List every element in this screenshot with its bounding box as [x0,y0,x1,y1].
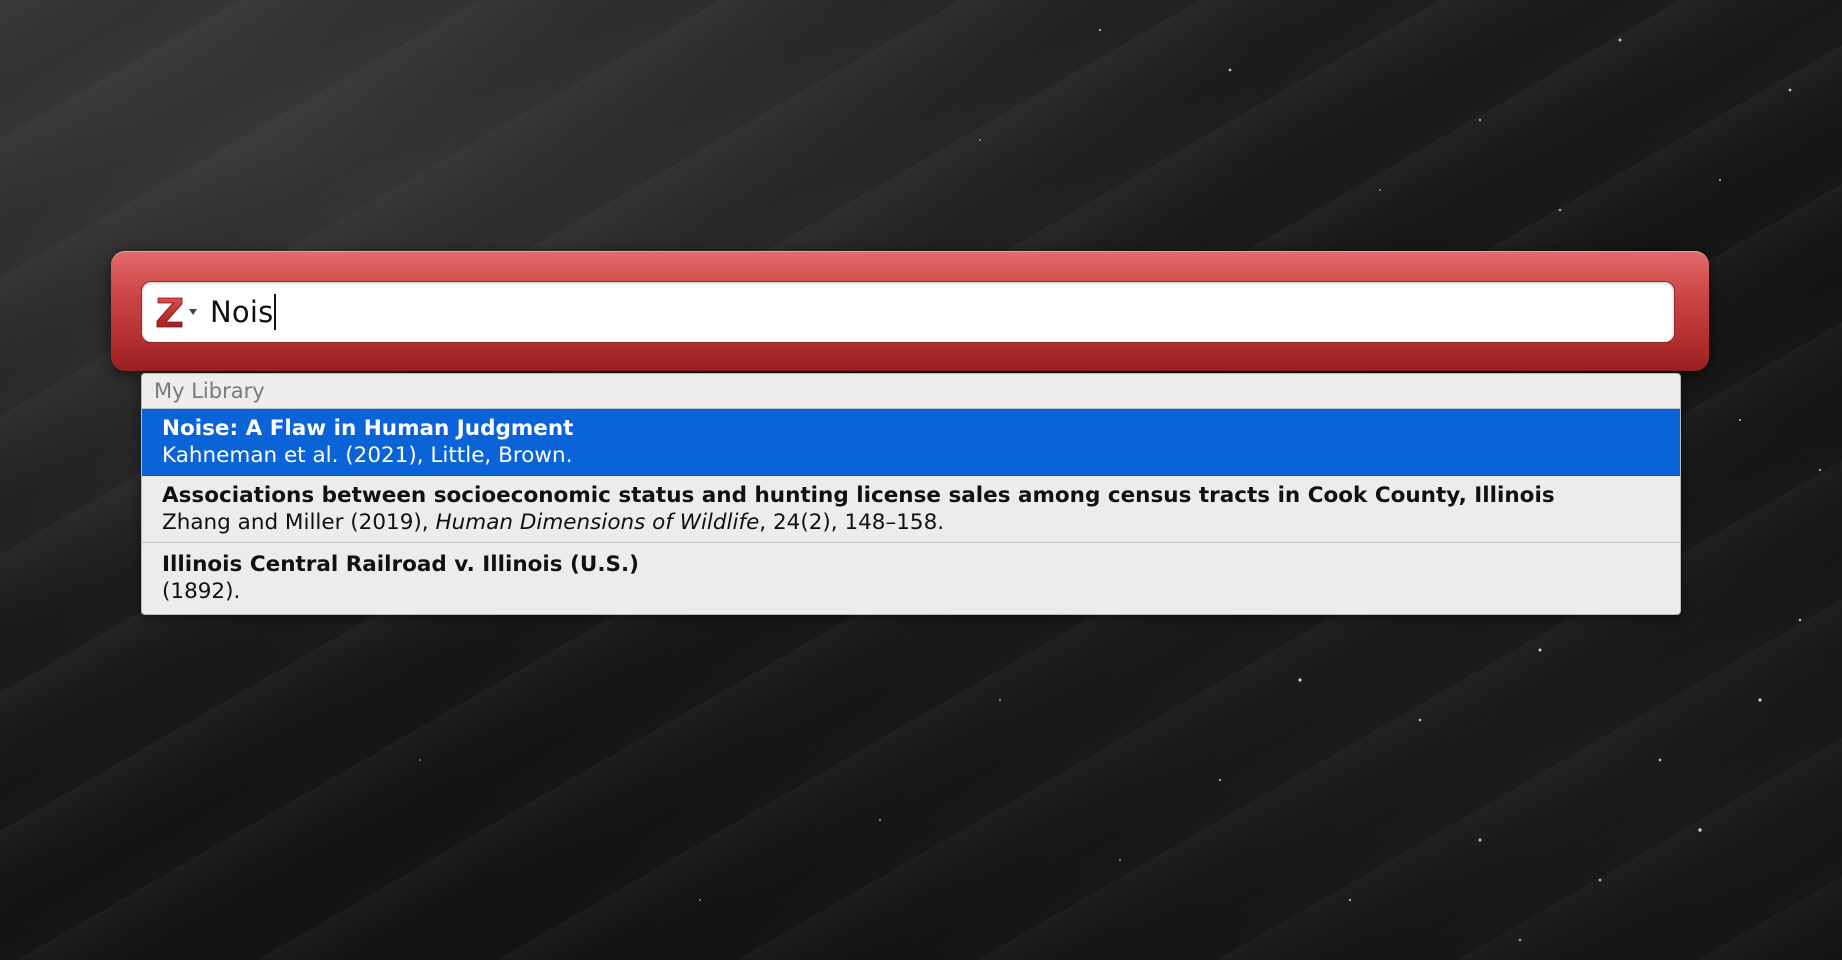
zotero-z-icon[interactable] [156,295,184,329]
result-citation: Kahneman et al. (2021), Little, Brown. [162,443,573,468]
result-title: Illinois Central Railroad v. Illinois (U… [162,552,639,577]
search-query-text[interactable]: Nois [210,295,273,329]
result-item-noise[interactable]: Noise: A Flaw in Human Judgment Kahneman… [142,409,1680,476]
result-item-associations[interactable]: Associations between socioeconomic statu… [142,476,1680,543]
chevron-down-icon[interactable] [188,308,198,316]
text-cursor [274,294,277,330]
result-item-illinois-central[interactable]: Illinois Central Railroad v. Illinois (U… [142,543,1680,613]
citation-search-field[interactable]: Nois [141,281,1675,343]
result-title: Associations between socioeconomic statu… [162,483,1555,508]
section-header-my-library: My Library [142,374,1680,409]
result-title: Noise: A Flaw in Human Judgment [162,416,574,441]
result-citation: (1892). [162,579,241,604]
result-citation: Zhang and Miller (2019), Human Dimension… [162,510,945,535]
search-results-list: My Library Noise: A Flaw in Human Judgme… [141,373,1681,615]
quick-format-window: Nois [111,251,1709,371]
